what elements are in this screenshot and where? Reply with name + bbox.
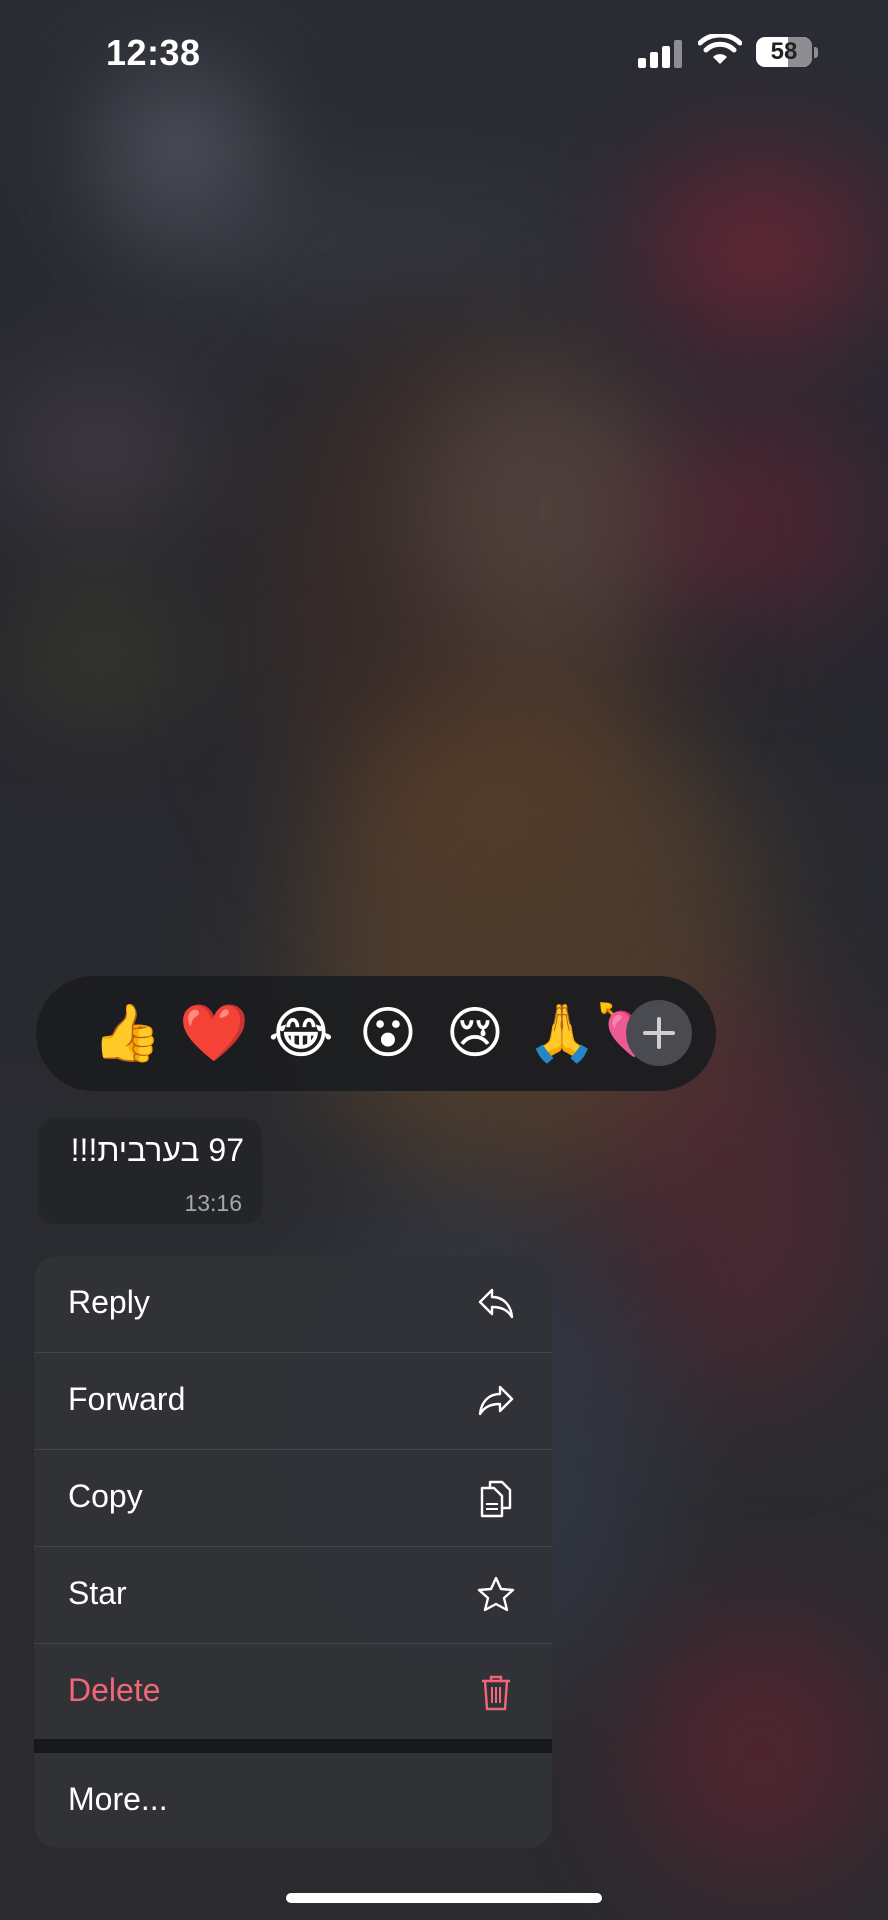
message-text: 97 בערבית!!! [70,1132,244,1168]
cellular-signal-icon [638,38,684,68]
status-bar: 12:38 58 [0,0,888,100]
reaction-thumbs-up[interactable]: 👍 [92,1004,162,1064]
menu-item-copy[interactable]: Copy [34,1450,552,1547]
menu-item-label: Copy [68,1478,143,1514]
message-bubble: 97 בערבית!!! 13:16 [38,1118,262,1224]
battery-percentage: 58 [770,38,798,65]
context-menu: Reply Forward Copy Star Delete More... [34,1256,552,1848]
battery-icon: 58 [756,37,812,67]
trash-icon [482,1675,510,1711]
menu-item-star[interactable]: Star [34,1547,552,1644]
home-indicator[interactable] [286,1893,602,1903]
menu-item-more[interactable]: More... [34,1753,552,1848]
copy-icon [480,1480,512,1518]
status-time: 12:38 [106,32,201,73]
plus-icon[interactable] [626,1000,692,1066]
menu-item-reply[interactable]: Reply [34,1256,552,1353]
menu-item-forward[interactable]: Forward [34,1353,552,1450]
reaction-crying[interactable]: 😢 [440,1004,510,1064]
menu-item-label: Delete [68,1672,161,1708]
menu-item-label: More... [68,1781,168,1817]
forward-icon [478,1385,514,1416]
reaction-heart[interactable]: ❤️ [179,1004,249,1064]
star-icon [477,1576,515,1612]
menu-divider [34,1739,552,1753]
reaction-surprised[interactable]: 😮 [353,1004,423,1064]
reaction-laughing[interactable]: 😂 [266,1004,336,1064]
menu-item-label: Reply [68,1284,150,1320]
message-timestamp: 13:16 [184,1190,242,1216]
reaction-bar: 👍 ❤️ 😂 😮 😢 🙏 💘 [36,976,716,1091]
menu-item-label: Star [68,1575,127,1611]
menu-item-delete[interactable]: Delete [34,1644,552,1740]
reply-icon [478,1288,514,1319]
reaction-pray[interactable]: 🙏 [527,1004,597,1064]
menu-item-label: Forward [68,1381,186,1417]
wifi-icon [698,34,742,64]
battery-tip [814,47,818,58]
